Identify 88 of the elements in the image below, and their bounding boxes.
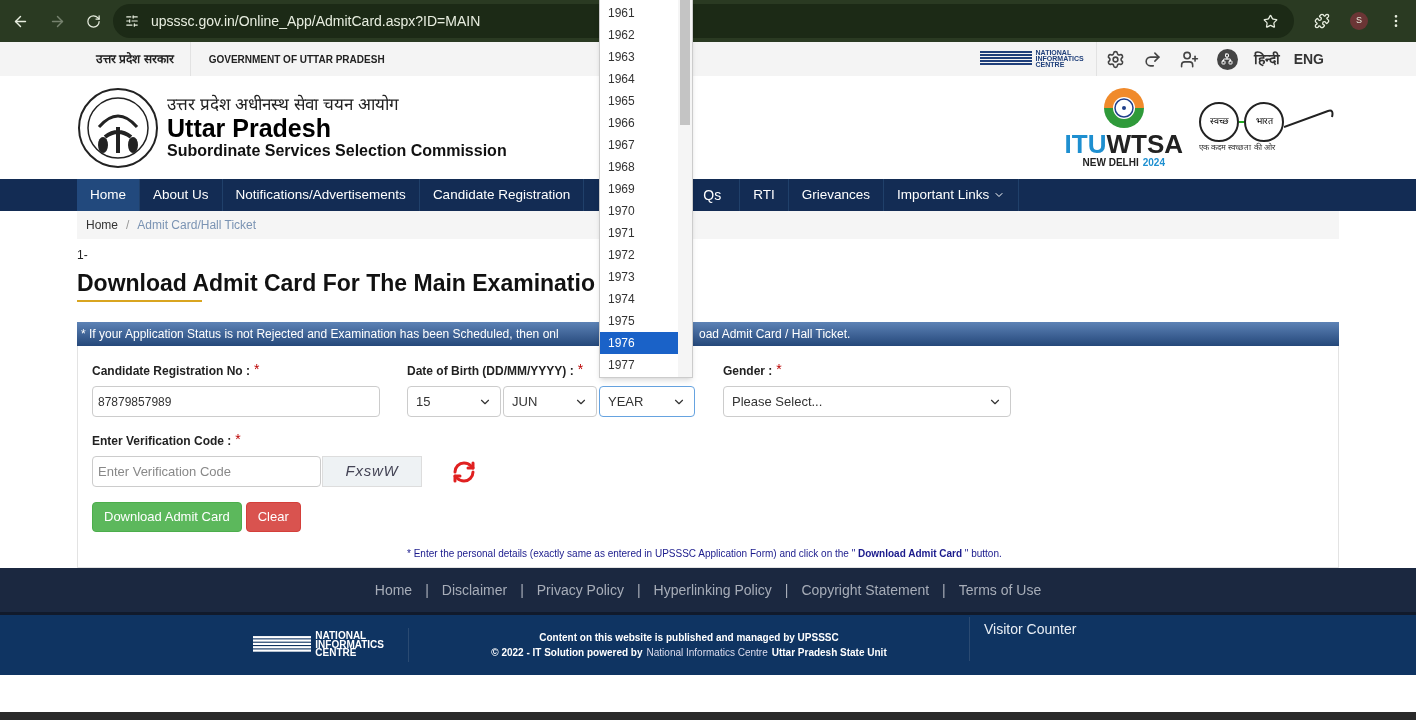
logo-text: 2024 — [1142, 157, 1165, 170]
year-option[interactable]: 1975 — [600, 310, 678, 332]
required-mark: * — [776, 362, 782, 376]
bookmark-icon[interactable] — [1263, 13, 1278, 29]
footer-text: Content on this website is published and managed by UPSSSC — [539, 631, 839, 645]
visitor-counter-label: Visitor Counter — [984, 621, 1077, 637]
link-separator: | — [784, 580, 789, 600]
required-mark: * — [235, 432, 241, 446]
year-option[interactable]: 1973 — [600, 266, 678, 288]
gender-select[interactable]: Please Select... — [723, 386, 1011, 417]
logo-text: NEW DELHI — [1082, 157, 1139, 170]
nic-logo-text: INFORMATICS — [315, 640, 384, 650]
glasses-lens-text: स्वच्छ — [1199, 101, 1239, 142]
language-link[interactable]: ENG — [1286, 48, 1331, 70]
reload-icon[interactable] — [86, 13, 101, 29]
footer-link[interactable]: Home — [374, 579, 413, 601]
add-users-icon[interactable] — [1179, 49, 1199, 69]
year-option[interactable]: 1966 — [600, 112, 678, 134]
page-title: Download Admit Card For The Main Examinatio — [77, 269, 595, 298]
section-index: 1- — [77, 248, 88, 262]
year-option[interactable]: 1964 — [600, 68, 678, 90]
captcha-image: FxswW — [322, 456, 422, 487]
footer-text: © 2022 - IT Solution powered by — [491, 646, 643, 660]
footer-link[interactable]: Privacy Policy — [536, 579, 624, 601]
footer-text: Uttar Pradesh State Unit — [771, 646, 887, 660]
year-option[interactable]: 1970 — [600, 200, 678, 222]
government-title: GOVERNMENT OF UTTAR PRADESH — [207, 52, 385, 67]
footer-link[interactable]: Copyright Statement — [801, 579, 930, 601]
link-separator: | — [942, 580, 946, 600]
instruction-note: * Enter the personal details (exactly same as entered in UPSSSC Application Form) and click on the " Download Admit Card " button. — [407, 548, 1002, 559]
site-subtitle: Subordinate Services Selection Commission — [167, 141, 507, 162]
curved-arrow-icon[interactable] — [1142, 49, 1162, 69]
glasses-lens-text: भारत — [1244, 101, 1284, 142]
notice-text: oad Admit Card / Hall Ticket. — [699, 326, 851, 343]
extensions-icon[interactable] — [1314, 13, 1330, 29]
sitemap-icon[interactable] — [1216, 48, 1238, 70]
required-mark: * — [577, 362, 584, 376]
year-option[interactable]: 1969 — [600, 178, 678, 200]
emblem-icon — [77, 86, 159, 169]
month-select[interactable]: JUN — [503, 386, 597, 417]
clear-button[interactable]: Clear — [245, 502, 301, 532]
verification-code-input[interactable]: Enter Verification Code — [92, 456, 321, 487]
day-select[interactable]: 15 — [407, 386, 501, 417]
profile-avatar[interactable]: S — [1350, 12, 1368, 30]
year-option[interactable]: 1965 — [600, 90, 678, 112]
year-option[interactable]: 1961 — [600, 2, 678, 24]
link-separator: | — [636, 580, 641, 600]
nic-logo-mark — [979, 51, 1032, 67]
url-text[interactable]: upsssc.gov.in/Online_App/AdmitCard.aspx?ID=MAIN — [151, 10, 481, 32]
logo-text: ITU — [1064, 131, 1107, 158]
footer-link[interactable]: Disclaimer — [441, 579, 508, 601]
year-option[interactable]: 1974 — [600, 288, 678, 310]
field-label: Gender : — [723, 363, 773, 380]
field-label: Candidate Registration No : — [92, 363, 250, 380]
breadcrumb-separator: / — [126, 217, 130, 234]
hindi-commission-name: उत्तर प्रदेश अधीनस्थ सेवा चयन आयोग — [167, 93, 400, 115]
logo-tagline: एक कदम स्वच्छता की ओर — [1199, 141, 1275, 154]
field-label: Date of Birth (DD/MM/YYYY) : — [407, 363, 574, 380]
field-label: Enter Verification Code : — [92, 433, 232, 450]
footer-link[interactable]: National Informatics Centre — [646, 645, 768, 660]
nav-item[interactable]: Home — [77, 179, 140, 211]
nic-logo-text: CENTRE — [315, 649, 357, 658]
required-mark: * — [254, 362, 260, 376]
year-option[interactable]: 1968 — [600, 156, 678, 178]
year-option[interactable]: 1972 — [600, 244, 678, 266]
year-select[interactable]: YEAR — [599, 386, 695, 417]
link-separator: | — [520, 580, 524, 600]
site-title: Uttar Pradesh — [167, 115, 332, 142]
year-option[interactable]: 1962 — [600, 24, 678, 46]
footer-link[interactable]: Terms of Use — [958, 579, 1042, 601]
year-option[interactable]: 1963 — [600, 46, 678, 68]
year-option[interactable]: 1976 — [600, 332, 678, 354]
site-settings-icon[interactable] — [125, 14, 139, 28]
hindi-government-title: उत्तर प्रदेश सरकार — [77, 42, 191, 76]
registration-input[interactable]: 87879857989 — [92, 386, 380, 417]
year-option[interactable]: 1967 — [600, 134, 678, 156]
year-option[interactable]: 1977 — [600, 354, 678, 376]
refresh-icon[interactable] — [452, 459, 476, 484]
scrollbar[interactable] — [678, 0, 692, 377]
logo-text: WTSA — [1106, 131, 1183, 158]
year-option[interactable]: 1971 — [600, 222, 678, 244]
nic-logo-text: NATIONAL — [315, 632, 367, 641]
footer-link[interactable]: Hyperlinking Policy — [653, 579, 772, 601]
notice-text: * If your Application Status is not Rejected and Examination has been Scheduled, then onl — [81, 326, 559, 343]
language-link[interactable]: हिन्दी — [1246, 48, 1287, 70]
settings-icon[interactable] — [1105, 49, 1125, 69]
breadcrumb-link[interactable]: Home — [86, 216, 118, 234]
link-separator: | — [425, 580, 429, 600]
